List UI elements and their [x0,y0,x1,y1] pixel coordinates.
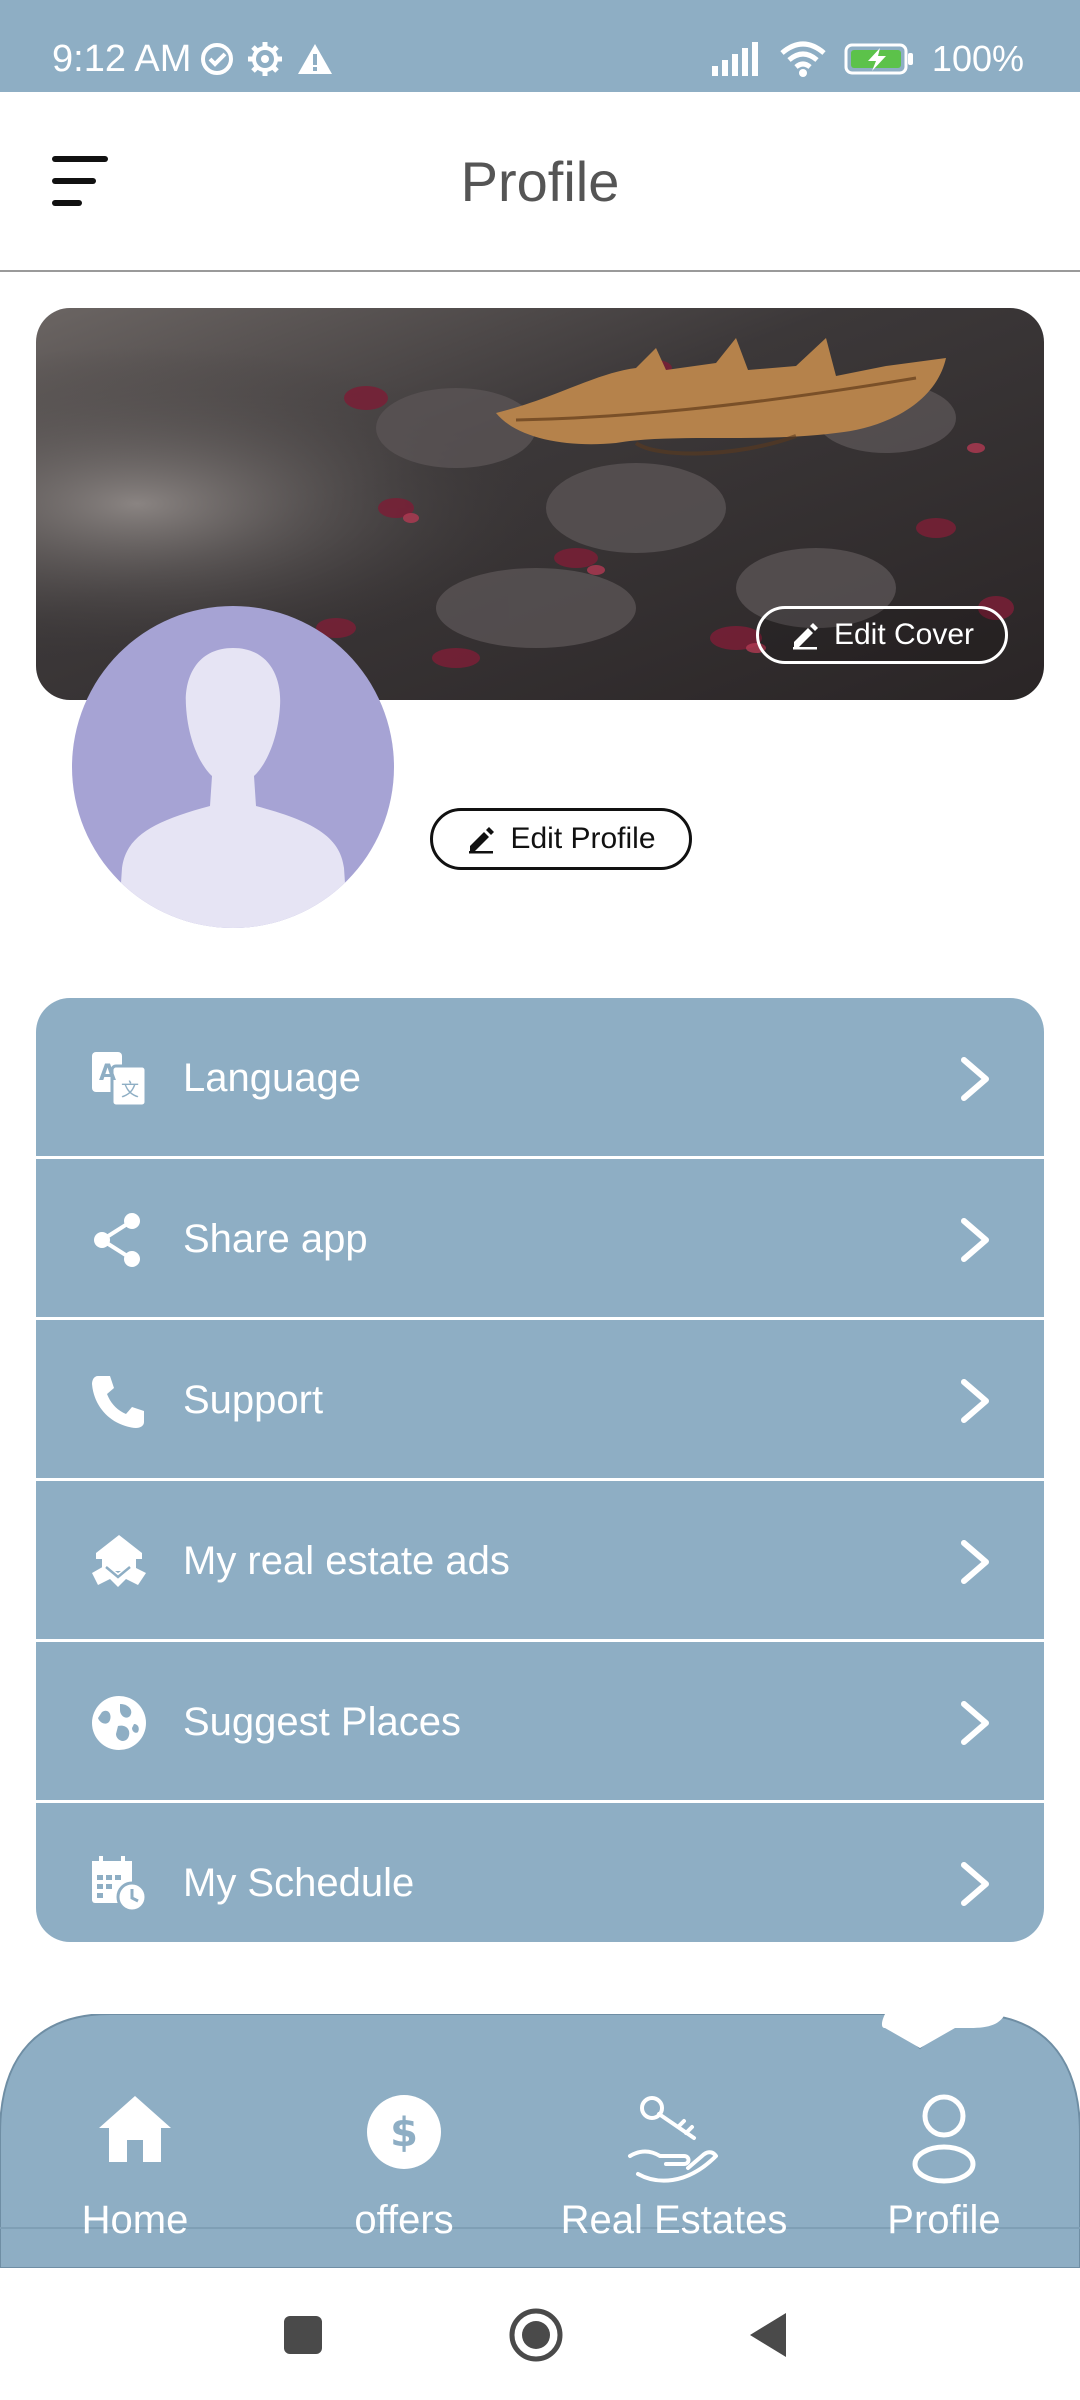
profile-avatar[interactable] [72,606,394,928]
menu-item-support[interactable]: Support [36,1320,1044,1481]
wifi-icon [780,41,826,77]
nav-label: offers [354,2198,454,2242]
phone-icon [92,1376,144,1428]
menu-item-my-real-estate-ads[interactable]: My real estate ads [36,1481,1044,1642]
svg-text:文: 文 [121,1080,139,1101]
chevron-right-icon [961,1862,989,1906]
globe-icon [92,1696,146,1750]
page-title: Profile [460,150,620,213]
edit-profile-button[interactable]: Edit Profile [430,808,692,870]
menu-item-label: My Schedule [183,1861,415,1905]
svg-text:$: $ [390,2110,418,2156]
app-header: Profile [0,92,1080,272]
edit-profile-label: Edit Profile [510,822,656,855]
bottom-navigation: Home $ offers Real Estates Profile [0,2014,1080,2268]
chevron-right-icon [961,1218,989,1262]
warning-icon [298,44,332,74]
pencil-icon [792,623,818,650]
chevron-right-icon [961,1057,989,1101]
nav-label: Profile [887,2198,1001,2242]
menu-item-language[interactable]: A 文 Language [36,998,1044,1159]
recent-apps-button[interactable] [283,2315,323,2355]
calendar-clock-icon [92,1856,148,1913]
handshake-house-icon [92,1535,146,1587]
nav-label: Home [81,2198,189,2242]
nav-item-profile[interactable]: Profile [844,2094,1044,2264]
check-circle-icon [201,43,233,75]
status-right-group: 100% [710,36,1024,82]
menu-item-share-app[interactable]: Share app [36,1159,1044,1320]
system-navigation-bar [0,2268,1080,2400]
key-hand-icon [628,2096,718,2183]
share-icon [94,1213,140,1267]
settings-gear-icon [248,42,282,76]
edit-cover-label: Edit Cover [833,618,975,651]
nav-label: Real Estates [560,2198,788,2242]
nav-item-real-estates[interactable]: Real Estates [561,2094,787,2264]
home-system-button[interactable] [508,2307,564,2363]
person-silhouette-icon [118,648,348,928]
menu-item-label: My real estate ads [183,1539,510,1583]
menu-item-label: Share app [183,1217,368,1261]
settings-menu-list: A 文 Language Share app Support My real e… [36,998,1044,1942]
chevron-right-icon [961,1540,989,1584]
person-icon [912,2094,976,2184]
menu-item-label: Support [183,1378,324,1422]
pencil-icon [469,827,495,854]
status-time: 9:12 AM [52,38,192,80]
menu-item-label: Language [183,1056,361,1100]
battery-charging-icon [844,43,913,75]
edit-cover-button[interactable]: Edit Cover [756,606,1008,664]
menu-item-my-schedule[interactable]: My Schedule [36,1803,1044,1942]
chevron-right-icon [961,1379,989,1423]
svg-text:A: A [99,1061,116,1086]
back-system-button[interactable] [748,2311,788,2359]
battery-percentage: 100% [931,38,1024,79]
status-bar: 9:12 AM 100% [0,0,1080,92]
menu-item-suggest-places[interactable]: Suggest Places [36,1642,1044,1803]
nav-item-home[interactable]: Home [35,2094,235,2264]
chevron-right-icon [961,1701,989,1745]
signal-icon [711,42,758,76]
nav-item-offers[interactable]: $ offers [304,2094,504,2264]
translate-icon: A 文 [92,1052,148,1108]
home-icon [99,2096,171,2162]
menu-item-label: Suggest Places [183,1700,461,1744]
dollar-icon: $ [367,2095,441,2169]
